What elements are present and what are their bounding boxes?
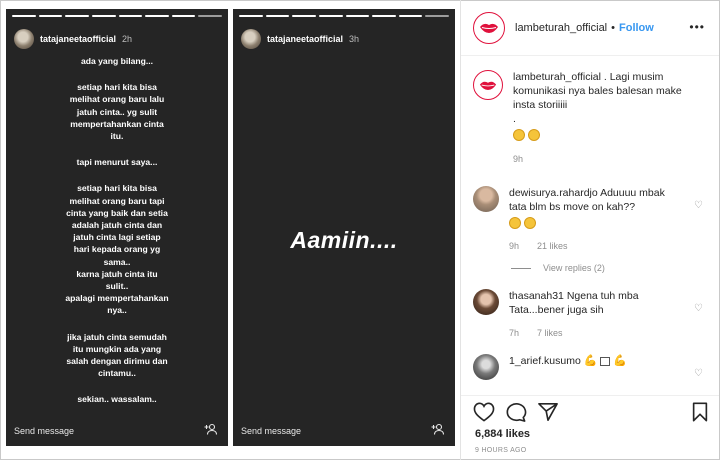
story-text-line: hari kepada orang yg	[73, 244, 161, 255]
story-text-line: itu.	[110, 131, 124, 142]
flexed-biceps-emoji: 💪	[583, 355, 598, 367]
list-item: thasanah31 Ngena tuh mba Tata...bener ju…	[473, 289, 707, 340]
story-big-text: Aamiin....	[290, 227, 398, 253]
story-text-line: karna jatuh cinta itu	[76, 268, 158, 279]
story-text-line: ada yang bilang...	[80, 56, 154, 66]
story-text-line: setiap hari kita bisa	[77, 82, 157, 93]
story-text-line: sekian.. wassalam..	[77, 394, 157, 405]
more-icon[interactable]: •••	[689, 20, 705, 34]
comments-list: lambeturah_official . Lagi musim komunik…	[473, 66, 707, 380]
follow-button[interactable]: Follow	[619, 22, 654, 34]
caption-username[interactable]: lambeturah_official	[513, 71, 601, 83]
grinning-emoji	[513, 128, 683, 142]
story-text-line: sulit..	[105, 281, 129, 292]
story-text-line: jatuh cinta.. yg sulit	[76, 106, 158, 117]
story-text-line: cintamu..	[98, 368, 136, 379]
heart-icon[interactable]: ♡	[694, 200, 703, 211]
comment-likes[interactable]: 7 likes	[537, 326, 563, 340]
lips-logo-icon[interactable]	[473, 70, 503, 100]
story-footer: Send message	[14, 423, 218, 438]
avatar[interactable]	[473, 186, 499, 212]
story-footer: Send message	[241, 423, 445, 438]
story-text-line: jatuh cinta lagi setiap	[73, 232, 161, 243]
story-text-line: itu mungkin ada yang	[72, 343, 162, 354]
grinning-emoji	[509, 216, 684, 230]
flexed-biceps-emoji: 💪	[613, 355, 627, 367]
story-text-line: sama..	[103, 256, 131, 267]
person-add-icon[interactable]	[204, 423, 218, 438]
story-text-line: apalagi mempertahankan	[65, 293, 169, 304]
avatar[interactable]	[241, 29, 261, 49]
avatar[interactable]	[473, 289, 499, 315]
story-time: 3h	[349, 34, 360, 44]
person-add-icon[interactable]	[431, 423, 445, 438]
post-author[interactable]: lambeturah_official	[515, 22, 607, 34]
story-header: tatajaneetaofficial 3h	[241, 29, 359, 49]
story-text: ada yang bilang... setiap hari kita bisa…	[16, 55, 218, 406]
story-text-line: adalah jatuh cinta dan	[71, 220, 163, 231]
story-text-line	[16, 379, 218, 393]
caption-dot: .	[513, 113, 516, 125]
send-message-input[interactable]: Send message	[14, 426, 74, 436]
story-text-line: melihat orang baru tapi	[69, 195, 165, 206]
story-time: 2h	[122, 34, 133, 44]
likes-count[interactable]: 6,884 likes	[475, 428, 530, 440]
caption: lambeturah_official . Lagi musim komunik…	[473, 70, 707, 166]
story-text-line	[16, 317, 218, 331]
story-text-line: tapi menurut saya...	[76, 157, 158, 168]
comment-time: 7h	[509, 328, 520, 338]
post-header: lambeturah_official • Follow •••	[461, 0, 719, 56]
heart-icon[interactable]: ♡	[694, 368, 703, 379]
comment-icon[interactable]	[505, 402, 527, 427]
story-text-line: melihat orang baru lalu	[69, 94, 165, 105]
post-time: 9 HOURS AGO	[475, 447, 527, 454]
share-icon[interactable]	[537, 402, 559, 427]
story-text-line	[16, 168, 218, 182]
comment-time: 9h	[509, 241, 520, 251]
story-text-line	[16, 67, 218, 81]
story-progress-bar	[12, 15, 222, 17]
story-text-line: salah dengan dirimu dan	[66, 356, 168, 367]
lips-logo-icon[interactable]	[473, 11, 505, 44]
list-item: dewisurya.rahardjo Aduuuu mbak tata blm …	[473, 186, 707, 253]
comment-username[interactable]: thasanah31	[509, 290, 564, 302]
story-progress-bar	[239, 15, 449, 17]
story-text-line: jika jatuh cinta semudah	[67, 331, 167, 342]
story-text-line: cinta yang baik dan setia	[66, 207, 168, 218]
list-item: 1_arief.kusumo 💪 💪 ♡	[473, 354, 707, 380]
post-panel: lambeturah_official • Follow ••• lambetu…	[460, 0, 719, 460]
story-text-line: nya..	[107, 305, 127, 316]
story-username[interactable]: tatajaneetaofficial	[267, 34, 343, 44]
heart-icon[interactable]	[473, 402, 495, 427]
send-message-input[interactable]: Send message	[241, 426, 301, 436]
comment-likes[interactable]: 21 likes	[537, 239, 568, 253]
story-header: tatajaneetaofficial 2h	[14, 29, 132, 49]
story-text-line: setiap hari kita bisa	[77, 183, 157, 194]
view-replies-link[interactable]: View replies (2)	[511, 263, 707, 273]
story-text-line: mempertahankan cinta	[70, 118, 164, 129]
comment-username[interactable]: dewisurya.rahardjo	[509, 187, 598, 199]
caption-time: 9h	[513, 154, 524, 164]
action-bar	[461, 395, 719, 425]
bookmark-icon[interactable]	[691, 402, 709, 427]
separator-dot: •	[611, 21, 615, 34]
comment-username[interactable]: 1_arief.kusumo	[509, 355, 581, 367]
heart-icon[interactable]: ♡	[694, 303, 703, 314]
avatar[interactable]	[14, 29, 34, 49]
avatar[interactable]	[473, 354, 499, 380]
story-username[interactable]: tatajaneetaofficial	[40, 34, 116, 44]
story-text-line	[16, 142, 218, 156]
story-panel-left[interactable]: tatajaneetaofficial 2h ada yang bilang..…	[6, 9, 228, 446]
square-icon	[600, 356, 611, 366]
story-panel-right[interactable]: tatajaneetaofficial 3h Aamiin.... Send m…	[233, 9, 455, 446]
